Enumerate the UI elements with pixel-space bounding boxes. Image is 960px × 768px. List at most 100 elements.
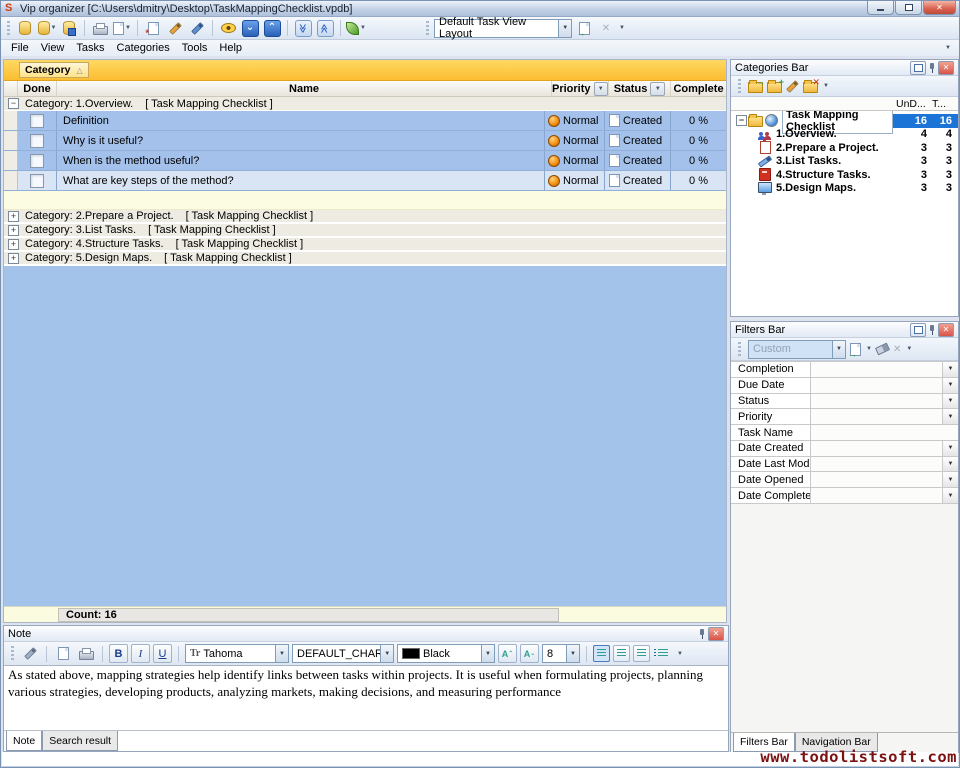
column-header-priority[interactable]: Priority ▼ [552, 81, 609, 96]
shrink-font-button[interactable]: A⌄ [520, 644, 539, 663]
tree-row-design-maps[interactable]: 5.Design Maps. 33 [731, 182, 958, 196]
expand-group-icon[interactable]: + [8, 253, 19, 264]
column-undone[interactable]: UnD... [896, 98, 932, 110]
combo-dropdown-icon[interactable]: ▼ [380, 645, 393, 662]
filter-dropdown-button[interactable]: ▼ [942, 409, 958, 424]
expand-all-button[interactable]: ≫ [293, 19, 313, 38]
filter-dropdown-button[interactable]: ▼ [942, 488, 958, 503]
done-checkbox[interactable] [30, 174, 44, 188]
expand-group-icon[interactable]: + [8, 225, 19, 236]
filter-value-field[interactable] [811, 472, 942, 487]
collapse-group-icon[interactable]: − [8, 98, 19, 109]
underline-button[interactable]: U [153, 644, 172, 663]
delete-task-button[interactable] [187, 19, 207, 38]
bold-button[interactable]: B [109, 644, 128, 663]
move-up-button[interactable]: ⌃ [262, 19, 282, 38]
panel-close-button[interactable]: ✕ [938, 61, 954, 75]
edit-task-button[interactable] [165, 19, 185, 38]
bullet-list-button[interactable] [653, 644, 673, 663]
expand-group-icon[interactable]: + [8, 239, 19, 250]
task-row[interactable]: Definition Normal Created 0 % [4, 111, 726, 131]
view-task-button[interactable] [218, 19, 238, 38]
tree-row-prepare-project[interactable]: 2.Prepare a Project. 33 [731, 141, 958, 155]
note-print-preview-button[interactable] [53, 644, 73, 663]
panel-close-button[interactable]: ✕ [938, 323, 954, 337]
task-row[interactable]: What are key steps of the method? Normal… [4, 171, 726, 191]
new-subcategory-button[interactable]: + [767, 82, 782, 93]
filter-dropdown-button[interactable]: ▼ [942, 472, 958, 487]
group-row-design-maps[interactable]: + Category: 5.Design Maps. [ Task Mappin… [4, 252, 726, 266]
group-row-prepare-project[interactable]: + Category: 2.Prepare a Project. [ Task … [4, 210, 726, 224]
font-family-combo[interactable]: Tr Tahoma ▼ [185, 644, 289, 663]
menubar-overflow-icon[interactable]: ▼ [945, 45, 951, 51]
align-left-button[interactable] [593, 645, 610, 662]
toolbar-grip[interactable] [7, 21, 10, 36]
pin-icon[interactable] [698, 628, 706, 640]
expand-group-icon[interactable]: + [8, 211, 19, 222]
menu-help[interactable]: Help [213, 40, 248, 56]
panel-close-button[interactable]: ✕ [708, 627, 724, 641]
filter-value-field[interactable] [811, 409, 942, 424]
task-row[interactable]: Why is it useful? Normal Created 0 % [4, 131, 726, 151]
save-database-button[interactable] [59, 19, 79, 38]
combo-dropdown-icon[interactable]: ▼ [481, 645, 494, 662]
filter-value-field[interactable] [811, 457, 942, 472]
filter-dropdown-button[interactable]: ▼ [942, 441, 958, 456]
done-checkbox[interactable] [30, 114, 44, 128]
filter-dropdown-button[interactable]: ▼ [942, 394, 958, 409]
edit-category-button[interactable] [786, 80, 799, 93]
italic-button[interactable]: I [131, 644, 150, 663]
align-center-button[interactable] [613, 645, 630, 662]
column-header-done[interactable]: Done [18, 81, 57, 96]
filter-value-field[interactable] [811, 378, 942, 393]
new-task-button[interactable]: * [143, 19, 163, 38]
column-header-complete[interactable]: Complete [671, 81, 726, 96]
status-filter-button[interactable]: ▼ [650, 82, 665, 96]
close-button[interactable]: ✕ [923, 1, 956, 15]
toolbar-overflow-icon[interactable]: ▼ [906, 346, 912, 352]
done-checkbox[interactable] [30, 154, 44, 168]
delete-filter-button[interactable]: ✕ [893, 344, 901, 355]
task-row[interactable]: When is the method useful? Normal Create… [4, 151, 726, 171]
toolbar-overflow-icon[interactable]: ▼ [619, 25, 625, 31]
save-layout-button[interactable]: → [574, 19, 594, 38]
toolbar-grip[interactable] [738, 342, 741, 357]
layout-combo[interactable]: Default Task View Layout ▼ [434, 19, 572, 38]
combo-dropdown-icon[interactable]: ▼ [832, 341, 845, 358]
menu-view[interactable]: View [35, 40, 71, 56]
filter-dropdown-button[interactable]: ▼ [942, 378, 958, 393]
menu-tasks[interactable]: Tasks [70, 40, 110, 56]
panel-restore-button[interactable] [910, 61, 926, 75]
menu-file[interactable]: File [5, 40, 35, 56]
toolbar-overflow-icon[interactable]: ▼ [677, 651, 683, 657]
filter-value-field[interactable] [811, 488, 942, 503]
tree-row-list-tasks[interactable]: 3.List Tasks. 33 [731, 155, 958, 169]
toolbar-grip[interactable] [11, 646, 14, 661]
tree-row-structure-tasks[interactable]: 4.Structure Tasks. 33 [731, 168, 958, 182]
group-row-overview[interactable]: − Category: 1.Overview. [ Task Mapping C… [4, 97, 726, 111]
move-down-button[interactable]: ⌄ [240, 19, 260, 38]
collapse-tree-icon[interactable]: − [736, 115, 747, 126]
options-button[interactable]: ▼ [346, 19, 366, 38]
filter-value-field[interactable] [811, 441, 942, 456]
group-row-structure-tasks[interactable]: + Category: 4.Structure Tasks. [ Task Ma… [4, 238, 726, 252]
filter-preset-combo[interactable]: Custom ▼ [748, 340, 846, 359]
combo-dropdown-icon[interactable]: ▼ [558, 20, 571, 37]
note-text-editor[interactable]: As stated above, mapping strategies help… [4, 666, 728, 731]
delete-category-button[interactable]: ✕ [803, 82, 818, 93]
priority-filter-button[interactable]: ▼ [594, 82, 608, 96]
done-checkbox[interactable] [30, 134, 44, 148]
new-category-button[interactable]: → [748, 82, 763, 93]
collapse-all-button[interactable]: ≫ [315, 19, 335, 38]
filter-value-field[interactable] [811, 425, 958, 440]
group-by-category-chip[interactable]: Category △ [19, 62, 89, 78]
note-print-button[interactable] [76, 644, 96, 663]
toolbar-overflow-icon[interactable]: ▼ [823, 83, 829, 89]
minimize-button[interactable] [867, 1, 894, 15]
pin-icon[interactable] [928, 324, 936, 336]
filter-value-field[interactable] [811, 394, 942, 409]
open-database-button[interactable]: ▼ [37, 19, 57, 38]
delete-layout-button[interactable]: ✕ [596, 19, 616, 38]
save-note-button[interactable] [20, 644, 40, 663]
panel-restore-button[interactable] [910, 323, 926, 337]
